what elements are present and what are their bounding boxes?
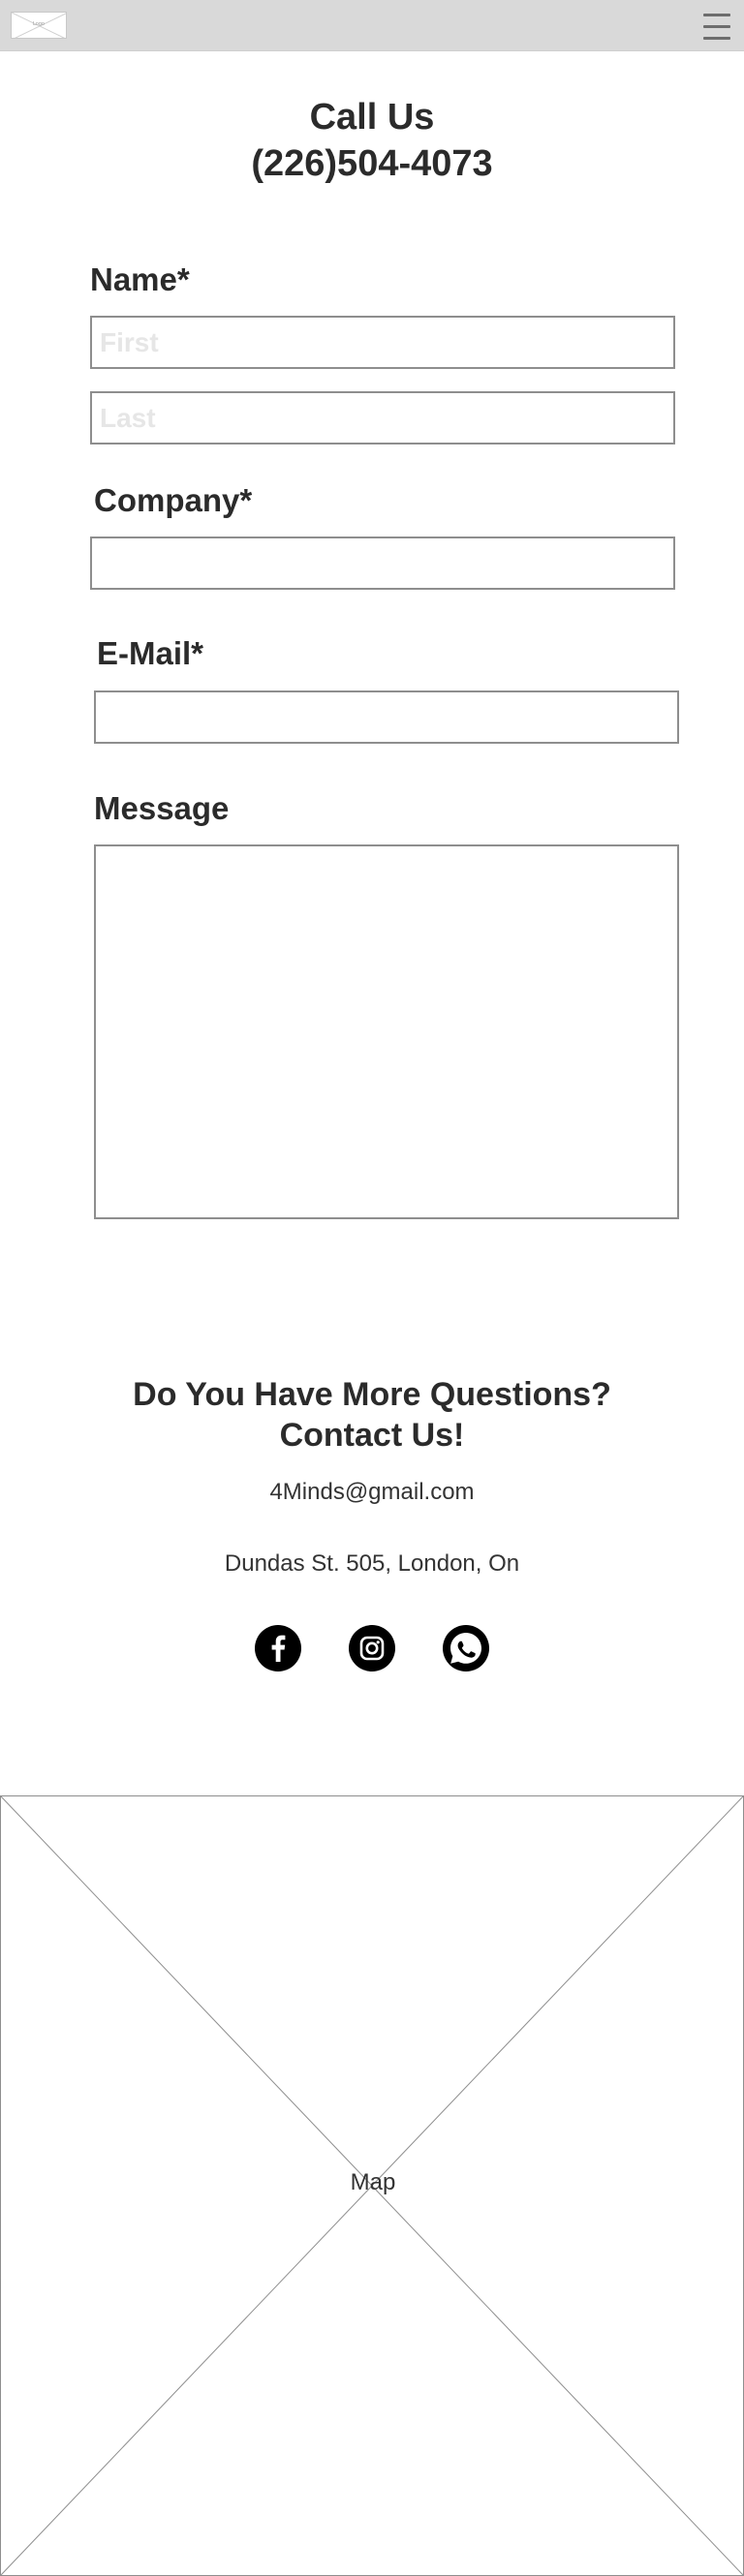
call-us-block: Call Us (226)504-4073 bbox=[0, 94, 744, 187]
first-name-input[interactable] bbox=[90, 316, 675, 369]
logo-text: Logo bbox=[33, 21, 45, 27]
more-questions-line: Do You Have More Questions? bbox=[133, 1376, 611, 1413]
hamburger-icon[interactable] bbox=[703, 14, 730, 40]
email-input[interactable] bbox=[94, 690, 679, 744]
email-label: E-Mail* bbox=[97, 635, 204, 671]
contact-us-line: Contact Us! bbox=[279, 1417, 465, 1454]
logo[interactable]: Logo bbox=[11, 12, 67, 39]
top-bar: Logo bbox=[0, 0, 744, 51]
contact-email[interactable]: 4Minds@gmail.com bbox=[0, 1479, 744, 1506]
contact-address: Dundas St. 505, London, On bbox=[224, 1550, 520, 1577]
map[interactable]: Map bbox=[0, 1795, 744, 2576]
company-input[interactable] bbox=[90, 537, 675, 590]
whatsapp-icon[interactable] bbox=[443, 1625, 489, 1671]
message-textarea[interactable] bbox=[94, 844, 679, 1219]
company-label: Company* bbox=[94, 482, 253, 518]
phone-number[interactable]: (226)504-4073 bbox=[0, 140, 744, 187]
map-label: Map bbox=[350, 2169, 396, 2195]
last-name-input[interactable] bbox=[90, 391, 675, 445]
instagram-icon[interactable] bbox=[349, 1625, 395, 1671]
call-us-title: Call Us bbox=[309, 97, 435, 138]
message-label: Message bbox=[94, 790, 230, 826]
facebook-icon[interactable] bbox=[255, 1625, 301, 1671]
more-questions-heading: Do You Have More Questions? Contact Us! bbox=[0, 1374, 744, 1456]
name-label: Name* bbox=[90, 261, 190, 297]
